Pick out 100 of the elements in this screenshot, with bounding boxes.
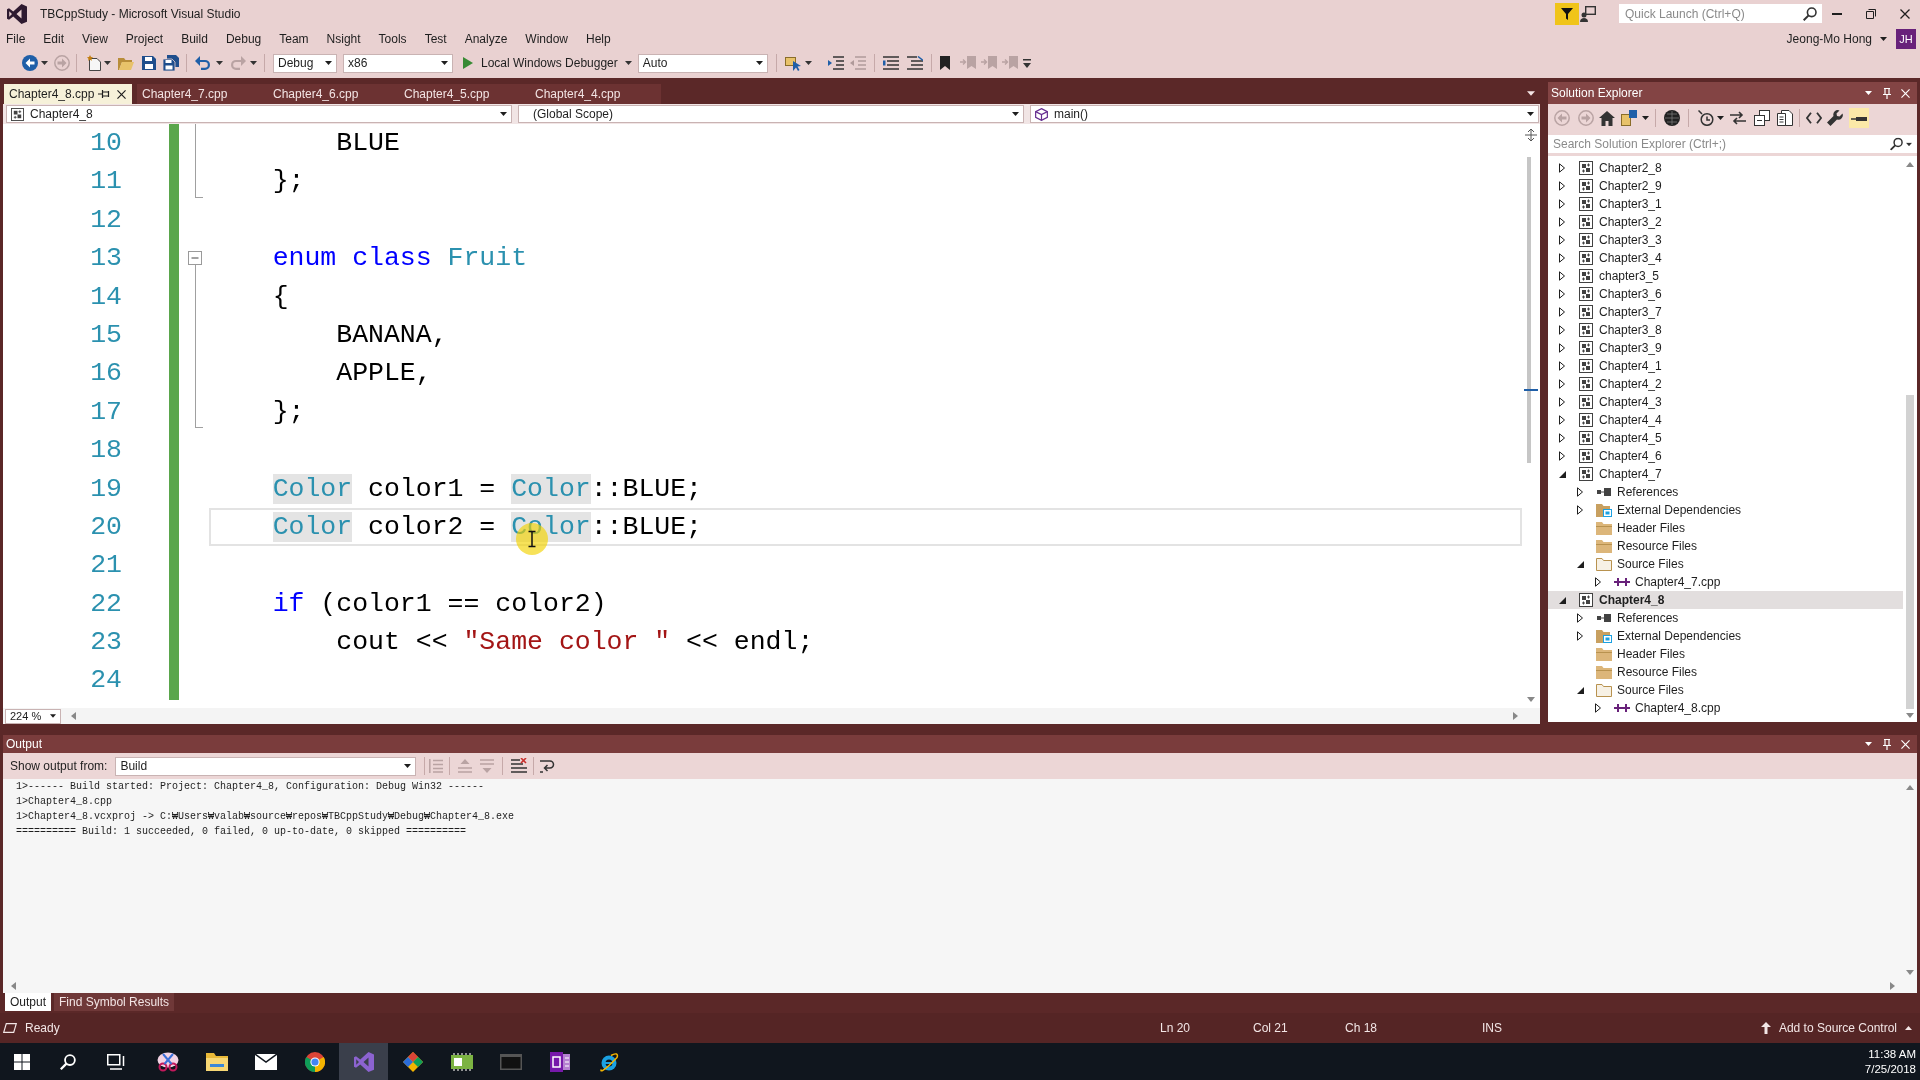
pin-icon[interactable] [98, 89, 110, 99]
menu-item[interactable]: Help [586, 31, 611, 46]
expand-arrow-icon[interactable] [1577, 613, 1583, 623]
tree-item[interactable]: Chapter3_4 [1548, 249, 1903, 267]
menu-item[interactable]: Analyze [464, 31, 508, 46]
caret-icon[interactable] [1012, 112, 1019, 116]
play-icon[interactable] [463, 57, 473, 69]
scissors-icon[interactable] [156, 1051, 179, 1072]
tree-item[interactable]: External Dependencies [1548, 501, 1903, 519]
save-all-icon[interactable] [163, 55, 179, 71]
round-browser-icon[interactable] [304, 1051, 325, 1072]
caret-icon[interactable] [804, 61, 812, 65]
caret-icon[interactable] [1880, 36, 1887, 41]
expand-arrow-icon[interactable] [1559, 235, 1565, 245]
caret-icon[interactable] [1527, 112, 1534, 116]
two-squares-icon[interactable] [1621, 110, 1637, 126]
quick-launch-field[interactable]: Quick Launch (Ctrl+Q) [1619, 4, 1822, 23]
collapse-arrow-icon[interactable] [1558, 470, 1566, 478]
search-icon[interactable] [1803, 6, 1817, 21]
globe-icon[interactable] [1664, 110, 1680, 126]
new-page-icon[interactable] [86, 55, 102, 71]
menu-item[interactable]: Nsight [326, 31, 361, 46]
menu-item[interactable]: Tools [378, 31, 407, 46]
caret-icon[interactable] [250, 61, 257, 65]
expand-arrow-icon[interactable] [1559, 163, 1565, 173]
collapse-arrow-icon[interactable] [1576, 560, 1584, 568]
wrench-icon[interactable] [1827, 110, 1843, 126]
clock-icon[interactable] [1698, 110, 1714, 126]
scroll-right-icon[interactable] [1513, 712, 1518, 720]
search-icon[interactable] [1890, 137, 1903, 151]
tree-item[interactable]: Header Files [1548, 519, 1903, 537]
platform-dropdown[interactable]: x86 [343, 53, 453, 73]
expand-arrow-icon[interactable] [1577, 487, 1583, 497]
tree-item[interactable]: References [1548, 483, 1903, 501]
menu-item[interactable]: Debug [225, 31, 262, 46]
user-name[interactable]: Jeong-Mo Hong [1786, 31, 1872, 46]
studio-logo-icon[interactable] [353, 1051, 374, 1072]
collapse-icon[interactable] [188, 251, 202, 266]
split-icon[interactable] [1525, 129, 1537, 141]
caret-icon[interactable] [1527, 90, 1535, 96]
scroll-left-icon[interactable] [71, 712, 76, 720]
scroll-up-icon[interactable] [1906, 162, 1914, 167]
caret-icon[interactable] [50, 714, 56, 718]
task-view-icon[interactable] [107, 1053, 125, 1070]
start-debugging-button[interactable]: Local Windows Debugger [461, 56, 620, 70]
tree-item[interactable]: Chapter4_2 [1548, 375, 1903, 393]
tree-item[interactable]: Chapter4_3 [1548, 393, 1903, 411]
scroll-down-icon[interactable] [1906, 970, 1914, 975]
card-icon[interactable] [450, 1052, 473, 1071]
tree-item[interactable]: Header Files [1548, 645, 1903, 663]
window-icon[interactable] [499, 1053, 522, 1070]
expand-arrow-icon[interactable] [1595, 703, 1601, 713]
output-source-dropdown[interactable]: Build [115, 756, 417, 776]
globe-icon[interactable] [598, 1051, 619, 1072]
expand-arrow-icon[interactable] [1559, 253, 1565, 263]
undo-icon[interactable] [195, 56, 211, 70]
tree-item[interactable]: Chapter3_3 [1548, 231, 1903, 249]
collapse-arrow-icon[interactable] [1558, 596, 1566, 604]
tree-item[interactable]: Chapter4_6 [1548, 447, 1903, 465]
expand-arrow-icon[interactable] [1559, 181, 1565, 191]
source-control-button[interactable]: Add to Source Control [1760, 1021, 1920, 1035]
menu-item[interactable]: Build [181, 31, 208, 46]
scroll-right-icon[interactable] [1890, 982, 1895, 990]
search-icon[interactable] [60, 1053, 76, 1070]
code-icon[interactable] [1806, 112, 1822, 124]
bookmark-icon[interactable] [939, 56, 950, 70]
scroll-down-icon[interactable] [1906, 713, 1914, 718]
expand-arrow-icon[interactable] [1559, 451, 1565, 461]
home-icon[interactable] [1599, 110, 1615, 126]
panel-tab[interactable]: Find Symbol Results [54, 993, 175, 1011]
tree-item[interactable]: Chapter3_6 [1548, 285, 1903, 303]
menu-item[interactable]: Team [279, 31, 309, 46]
tree-item[interactable]: References [1548, 609, 1903, 627]
scope-dropdown[interactable]: (Global Scope) [518, 105, 1024, 123]
scrollbar-thumb[interactable] [1906, 395, 1914, 709]
tree-item[interactable]: Source Files [1548, 681, 1903, 699]
menu-item[interactable]: Window [525, 31, 569, 46]
expand-arrow-icon[interactable] [1559, 343, 1565, 353]
menu-item[interactable]: Project [125, 31, 164, 46]
tree-item[interactable]: Chapter4_7.cpp [1548, 573, 1903, 591]
indent-icon[interactable] [827, 56, 844, 70]
uncomment-lines-icon[interactable] [906, 56, 923, 70]
document-tab[interactable]: Chapter4_6.cpp [268, 84, 399, 104]
expand-arrow-icon[interactable] [1559, 271, 1565, 281]
caret-icon[interactable] [1717, 116, 1724, 120]
target-dropdown[interactable]: Auto [637, 53, 768, 73]
caret-icon[interactable] [1865, 742, 1872, 746]
save-icon[interactable] [142, 56, 156, 70]
menu-item[interactable]: File [6, 31, 26, 46]
word-wrap-icon[interactable] [540, 759, 557, 773]
expand-arrow-icon[interactable] [1559, 361, 1565, 371]
tree-item[interactable]: Source Files [1548, 555, 1903, 573]
folder-icon[interactable] [205, 1052, 228, 1071]
search-field[interactable]: Search Solution Explorer (Ctrl+;) [1548, 135, 1917, 153]
tree-item[interactable]: chapter3_5 [1548, 267, 1903, 285]
close-icon[interactable] [117, 89, 126, 99]
caret-icon[interactable] [1905, 1026, 1912, 1030]
caret-icon[interactable] [104, 61, 111, 65]
caret-icon[interactable] [500, 112, 507, 116]
scrollbar-thumb[interactable] [1527, 157, 1531, 463]
